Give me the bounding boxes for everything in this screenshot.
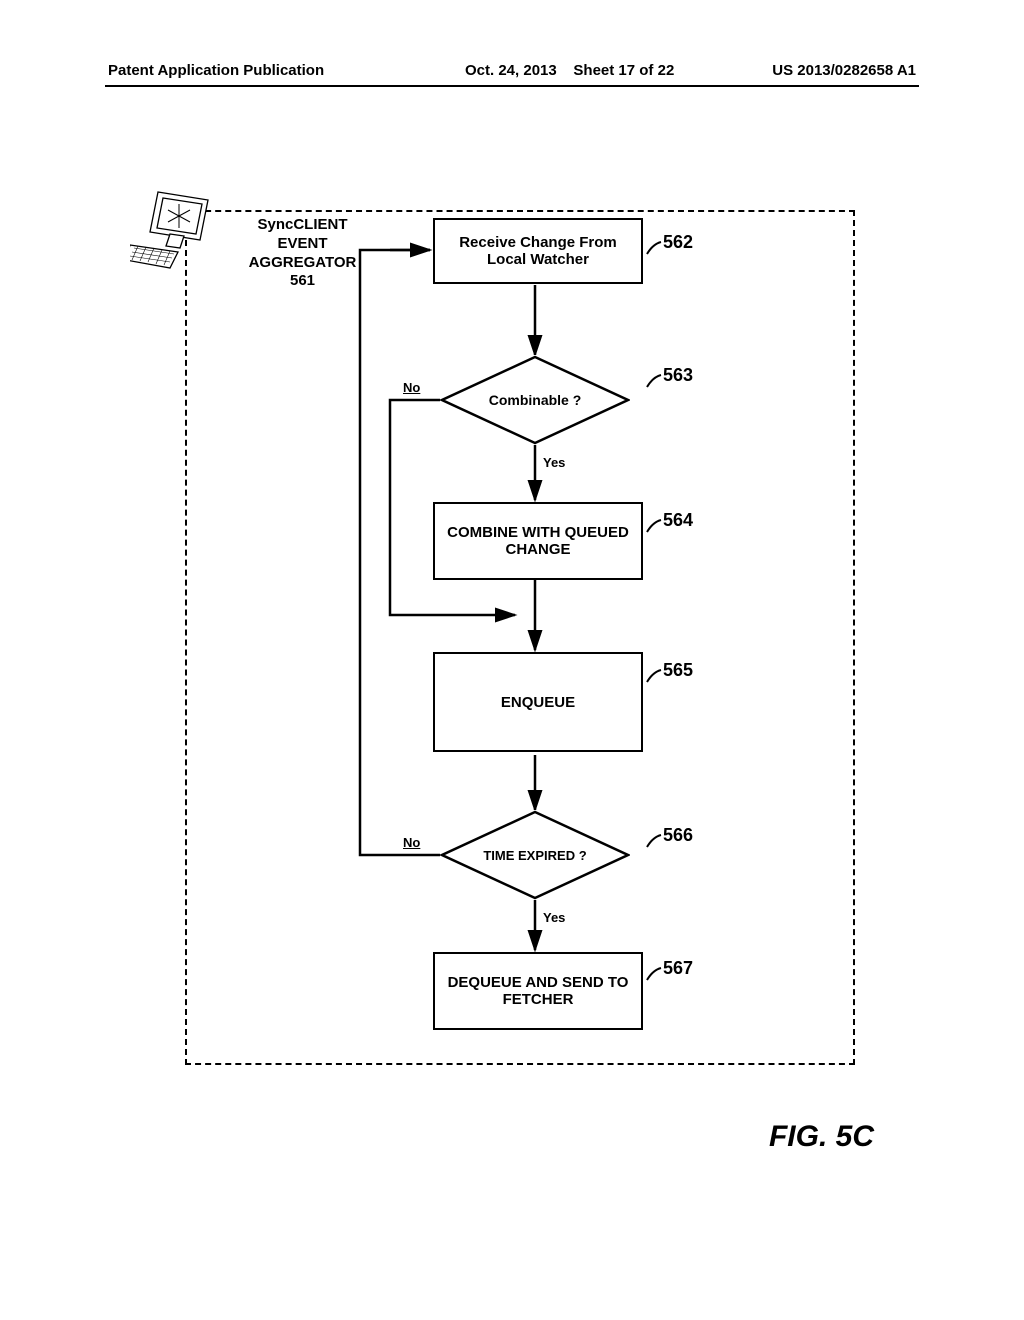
ref-566-text: 566 xyxy=(663,825,693,845)
diamond-combinable: Combinable ? xyxy=(440,355,630,445)
header-right: US 2013/0282658 A1 xyxy=(772,62,916,79)
ref-563-text: 563 xyxy=(663,365,693,385)
header-sheet: Sheet 17 of 22 xyxy=(573,62,674,79)
ref-565-text: 565 xyxy=(663,660,693,680)
ref-563: 563 xyxy=(663,365,693,386)
label-no-563: No xyxy=(403,380,420,395)
box-564-text: COMBINE WITH QUEUED CHANGE xyxy=(441,524,635,558)
label-yes-563: Yes xyxy=(543,455,565,470)
ref-566: 566 xyxy=(663,825,693,846)
diamond-566-text: TIME EXPIRED ? xyxy=(440,810,630,900)
ref-564: 564 xyxy=(663,510,693,531)
box-565-text: ENQUEUE xyxy=(501,694,575,711)
ref-562: 562 xyxy=(663,232,693,253)
box-enqueue: ENQUEUE xyxy=(433,652,643,752)
header-rule xyxy=(105,85,919,87)
header-middle: Oct. 24, 2013 Sheet 17 of 22 xyxy=(465,62,674,79)
box-567-text: DEQUEUE AND SEND TO FETCHER xyxy=(441,974,635,1008)
ref-564-text: 564 xyxy=(663,510,693,530)
flowchart-diagram: SyncCLIENT EVENT AGGREGATOR 561 xyxy=(185,210,855,1065)
box-562-text: Receive Change From Local Watcher xyxy=(441,234,635,268)
ref-562-text: 562 xyxy=(663,232,693,252)
label-no-566: No xyxy=(403,835,420,850)
figure-caption: FIG. 5C xyxy=(769,1120,874,1154)
box-combine-queued: COMBINE WITH QUEUED CHANGE xyxy=(433,502,643,580)
box-dequeue-send: DEQUEUE AND SEND TO FETCHER xyxy=(433,952,643,1030)
ref-567-text: 567 xyxy=(663,958,693,978)
label-yes-566: Yes xyxy=(543,910,565,925)
diamond-time-expired: TIME EXPIRED ? xyxy=(440,810,630,900)
diamond-563-text: Combinable ? xyxy=(440,355,630,445)
page: Patent Application Publication Oct. 24, … xyxy=(0,0,1024,1320)
connectors xyxy=(185,210,855,1065)
ref-567: 567 xyxy=(663,958,693,979)
box-receive-change: Receive Change From Local Watcher xyxy=(433,218,643,284)
header-left: Patent Application Publication xyxy=(108,62,324,79)
header-date: Oct. 24, 2013 xyxy=(465,62,557,79)
ref-565: 565 xyxy=(663,660,693,681)
